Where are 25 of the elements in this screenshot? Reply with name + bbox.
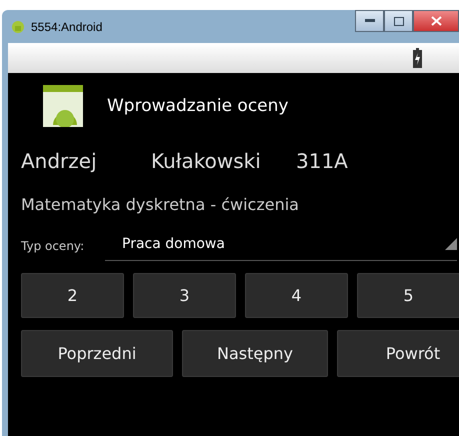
app-icon: [43, 85, 83, 127]
group-label: 311A: [296, 149, 348, 173]
grade-button[interactable]: 5: [357, 273, 459, 318]
subject-label: Matematyka dyskretna - ćwiczenia: [20, 194, 300, 214]
close-icon: [430, 16, 442, 26]
grade-button[interactable]: 2: [21, 273, 124, 318]
close-button[interactable]: [413, 10, 459, 32]
maximize-button[interactable]: [384, 10, 413, 32]
battery-icon: [413, 48, 422, 68]
first-name: Andrzej: [21, 149, 98, 173]
minimize-button[interactable]: [355, 10, 384, 32]
grade-type-dropdown[interactable]: Praca domowa: [105, 236, 457, 261]
android-icon: [11, 20, 25, 34]
last-name: Kułakowski: [151, 149, 262, 173]
grade-type-label: Typ oceny:: [21, 239, 86, 255]
nav-button[interactable]: Następny: [182, 330, 328, 377]
window-title: 5554:Android: [31, 20, 102, 34]
maximize-icon: [394, 16, 404, 26]
dropdown-corner-icon: [445, 238, 457, 250]
app-title: Wprowadzanie oceny: [107, 96, 288, 116]
nav-button[interactable]: Poprzedni: [21, 330, 173, 377]
minimize-icon: [364, 19, 374, 23]
nav-button[interactable]: Powrót: [337, 330, 459, 377]
grade-button[interactable]: 4: [245, 273, 348, 318]
grade-button[interactable]: 3: [133, 273, 236, 318]
